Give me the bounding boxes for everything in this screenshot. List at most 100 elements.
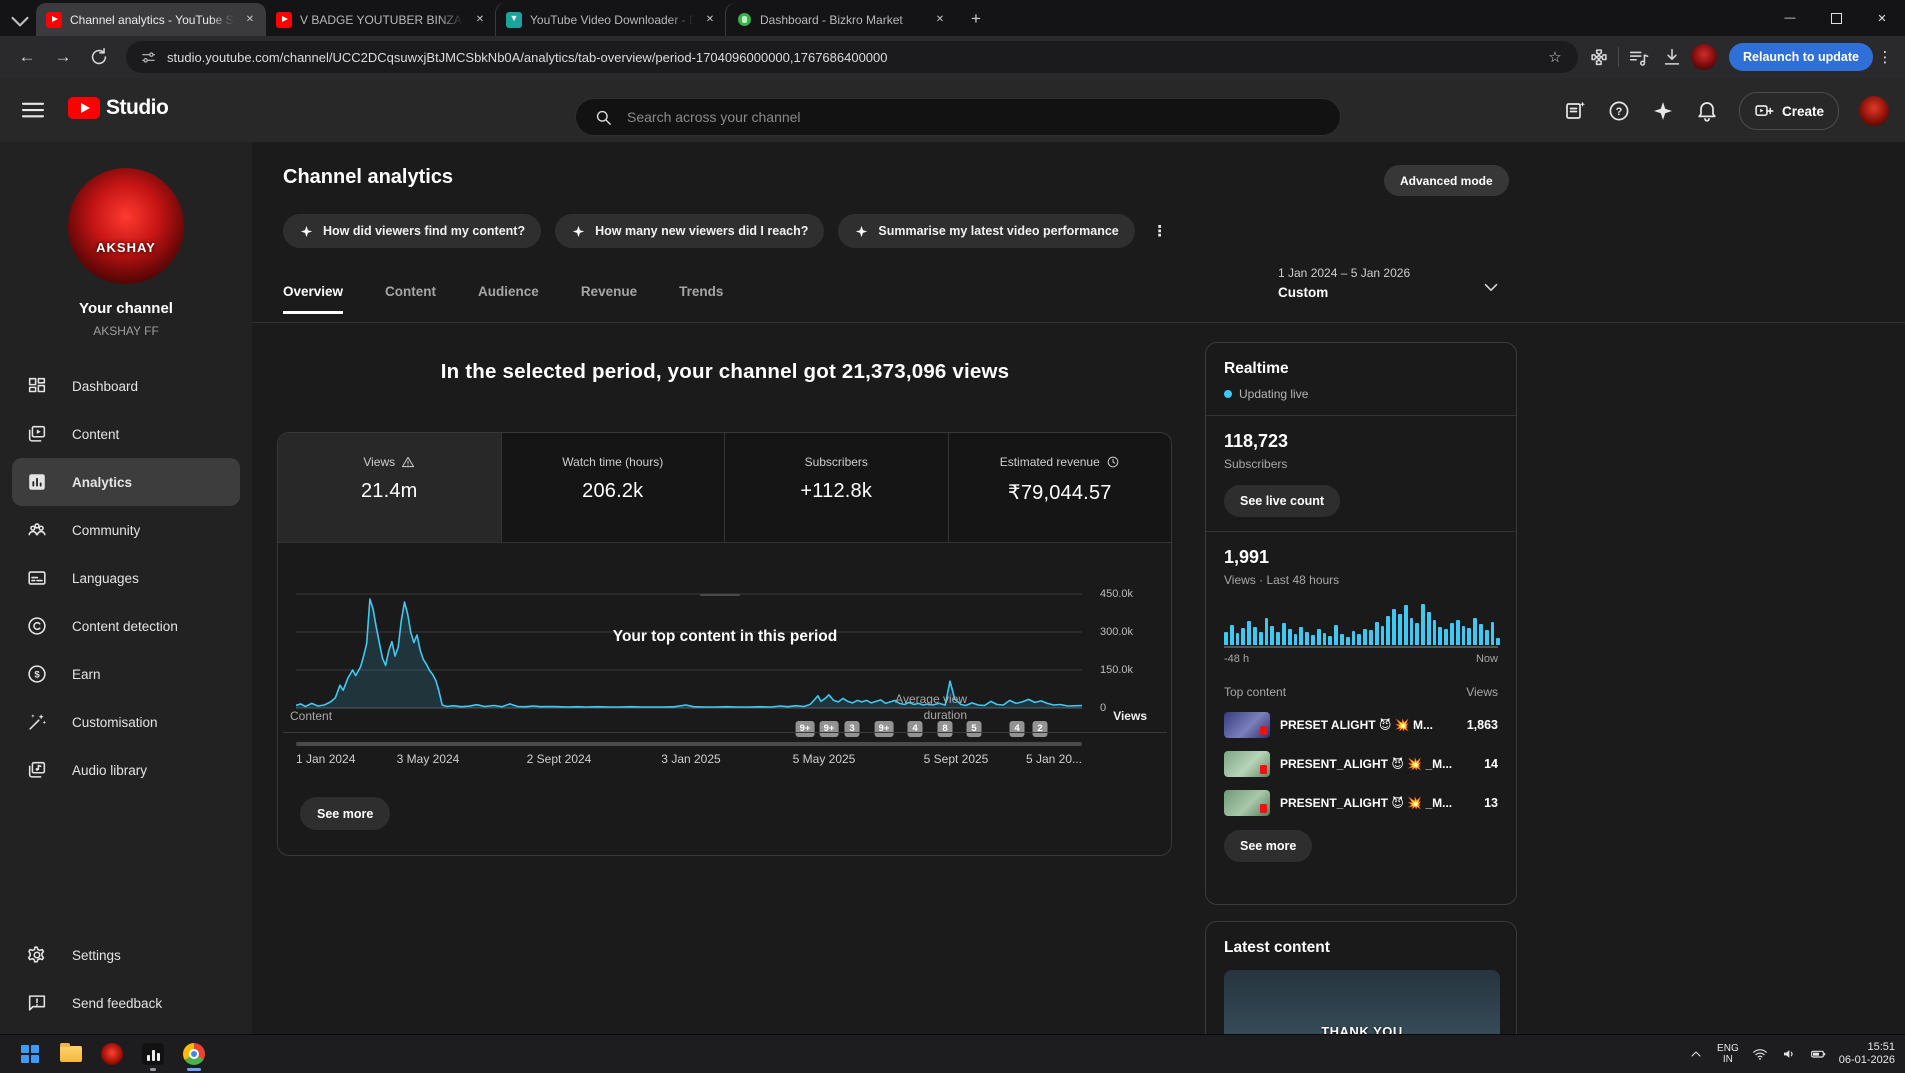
tab-close-icon[interactable]: ✕ xyxy=(472,12,488,28)
column-content: Content xyxy=(290,709,332,723)
chart-timeline-scrubber[interactable] xyxy=(296,742,1082,746)
sidebar-item-send-feedback[interactable]: Send feedback xyxy=(0,979,252,1027)
top-content-row[interactable]: PRESENT_ALIGHT 😈 💥 _M...13 xyxy=(1224,790,1498,816)
desktop-screen: Channel analytics - YouTube St✕V BADGE Y… xyxy=(0,0,1905,1073)
relaunch-to-update-button[interactable]: Relaunch to update xyxy=(1729,43,1873,71)
pinned-app-analytics-icon[interactable] xyxy=(137,1038,169,1070)
maximize-button[interactable] xyxy=(1813,0,1859,36)
channel-avatar[interactable]: AKSHAY xyxy=(68,168,184,284)
sidebar-item-settings[interactable]: Settings xyxy=(0,931,252,979)
extensions-icon[interactable] xyxy=(1588,46,1610,68)
channel-search-box[interactable]: Search across your channel xyxy=(575,98,1341,136)
browser-tab[interactable]: YouTube Video Downloader - D✕ xyxy=(496,3,726,36)
taskbar-clock[interactable]: 15:51 06-01-2026 xyxy=(1839,1041,1895,1067)
chips-overflow-menu-icon[interactable]: ⋮ xyxy=(1149,220,1171,242)
ai-chip[interactable]: How did viewers find my content? xyxy=(283,214,541,248)
bar-chart-app-icon xyxy=(142,1043,164,1065)
metric-value: +112.8k xyxy=(800,480,872,503)
date-chevron-down-icon[interactable] xyxy=(1480,276,1502,298)
realtime-bar xyxy=(1421,604,1425,645)
realtime-bar-chart[interactable] xyxy=(1224,599,1498,648)
studio-profile-avatar[interactable] xyxy=(1859,96,1889,126)
browser-tab[interactable]: Channel analytics - YouTube St ✕ xyxy=(36,3,266,36)
file-explorer-icon[interactable] xyxy=(55,1038,87,1070)
tab-close-icon[interactable]: ✕ xyxy=(242,12,258,28)
address-bar[interactable]: studio.youtube.com/channel/UCC2DCqsuwxjB… xyxy=(126,41,1578,73)
ai-chip[interactable]: How many new viewers did I reach? xyxy=(555,214,824,248)
metric-subscribers[interactable]: Subscribers+112.8k xyxy=(725,433,949,542)
site-info-icon[interactable] xyxy=(140,49,157,66)
see-live-count-button[interactable]: See live count xyxy=(1224,485,1340,517)
ai-chip[interactable]: Summarise my latest video performance xyxy=(838,214,1134,248)
metric-views[interactable]: Views21.4m xyxy=(278,433,502,542)
sidebar-item-dashboard[interactable]: Dashboard xyxy=(0,362,252,410)
forward-button[interactable]: → xyxy=(46,40,80,74)
notifications-bell-icon[interactable] xyxy=(1695,99,1719,123)
reload-button[interactable] xyxy=(88,46,110,68)
column-views[interactable]: Views xyxy=(1113,709,1147,723)
tab-search-icon[interactable] xyxy=(4,6,36,36)
metric-value: 206.2k xyxy=(582,480,643,503)
create-button[interactable]: Create xyxy=(1739,92,1839,130)
pinned-app-red-icon[interactable] xyxy=(96,1038,128,1070)
sidebar-item-label: Dashboard xyxy=(72,379,138,394)
minimize-button[interactable]: — xyxy=(1767,0,1813,36)
browser-tab[interactable]: V BADGE YOUTUBER BINZAID (✕ xyxy=(266,3,496,36)
volume-icon[interactable] xyxy=(1781,1046,1797,1062)
sidebar-item-languages[interactable]: Languages xyxy=(0,554,252,602)
metric-watch-time-hours-[interactable]: Watch time (hours)206.2k xyxy=(502,433,726,542)
realtime-see-more-button[interactable]: See more xyxy=(1224,830,1312,862)
realtime-bar xyxy=(1346,637,1350,645)
sidebar-item-analytics[interactable]: Analytics xyxy=(12,458,240,506)
chrome-taskbar-icon[interactable] xyxy=(178,1038,210,1070)
tray-chevron-up-icon[interactable] xyxy=(1688,1046,1704,1062)
top-content-row[interactable]: PRESENT_ALIGHT 😈 💥 _M...14 xyxy=(1224,751,1498,777)
language-indicator[interactable]: ENG IN xyxy=(1717,1043,1739,1065)
sidebar-item-customisation[interactable]: Customisation xyxy=(0,698,252,746)
tab-trends[interactable]: Trends xyxy=(679,284,723,314)
tab-close-icon[interactable]: ✕ xyxy=(932,12,948,28)
top-content-row[interactable]: PRESET ALIGHT 😈 💥 M...1,863 xyxy=(1224,712,1498,738)
advanced-mode-button[interactable]: Advanced mode xyxy=(1384,165,1509,196)
column-avg-view-duration[interactable]: Average view duration xyxy=(857,691,967,723)
tab-revenue[interactable]: Revenue xyxy=(581,284,637,314)
svg-text:?: ? xyxy=(1616,106,1623,118)
url-text[interactable]: studio.youtube.com/channel/UCC2DCqsuwxjB… xyxy=(167,50,1536,65)
browser-menu-icon[interactable]: ⋮ xyxy=(1875,42,1895,72)
browser-profile-avatar[interactable] xyxy=(1691,44,1717,70)
tab-audience[interactable]: Audience xyxy=(478,284,539,314)
section-drag-handle[interactable] xyxy=(700,594,740,596)
help-icon[interactable]: ? xyxy=(1607,99,1631,123)
back-button[interactable]: ← xyxy=(10,40,44,74)
start-button[interactable] xyxy=(14,1038,46,1070)
date-range-picker[interactable]: 1 Jan 2024 – 5 Jan 2026 Custom xyxy=(1278,266,1410,300)
downloads-icon[interactable] xyxy=(1661,46,1683,68)
dashboard-icon xyxy=(26,375,48,397)
metric-estimated-revenue[interactable]: Estimated revenue₹79,044.57 xyxy=(949,433,1172,542)
battery-icon[interactable] xyxy=(1810,1046,1826,1062)
latest-video-thumbnail[interactable]: THANK YOUALL MYYOUTUBE FAMILY xyxy=(1224,970,1500,1035)
sidebar-item-content[interactable]: Content xyxy=(0,410,252,458)
tab-title: Channel analytics - YouTube St xyxy=(70,13,234,27)
ai-sparkle-icon[interactable] xyxy=(1651,99,1675,123)
close-button[interactable]: ✕ xyxy=(1859,0,1905,36)
hamburger-menu-icon[interactable] xyxy=(18,95,48,125)
axis-right-label: Now xyxy=(1476,653,1498,665)
sidebar-item-content-detection[interactable]: Content detection xyxy=(0,602,252,650)
tab-content[interactable]: Content xyxy=(385,284,436,314)
sidebar-item-audio-library[interactable]: Audio library xyxy=(0,746,252,794)
studio-logo[interactable]: Studio xyxy=(68,96,168,120)
media-controls-icon[interactable] xyxy=(1627,46,1649,68)
realtime-bar xyxy=(1427,612,1431,645)
new-tab-button[interactable]: + xyxy=(962,5,990,33)
bookmark-star-icon[interactable]: ☆ xyxy=(1546,48,1564,66)
realtime-bar xyxy=(1299,627,1303,646)
browser-tab[interactable]: Dashboard - Bizkro Market✕ xyxy=(726,3,956,36)
chart-see-more-button[interactable]: See more xyxy=(300,797,390,830)
feedback-doc-icon[interactable] xyxy=(1563,99,1587,123)
tab-overview[interactable]: Overview xyxy=(283,284,343,314)
sidebar-item-earn[interactable]: $Earn xyxy=(0,650,252,698)
tab-close-icon[interactable]: ✕ xyxy=(702,12,718,28)
sidebar-item-community[interactable]: Community xyxy=(0,506,252,554)
wifi-icon[interactable] xyxy=(1752,1046,1768,1062)
